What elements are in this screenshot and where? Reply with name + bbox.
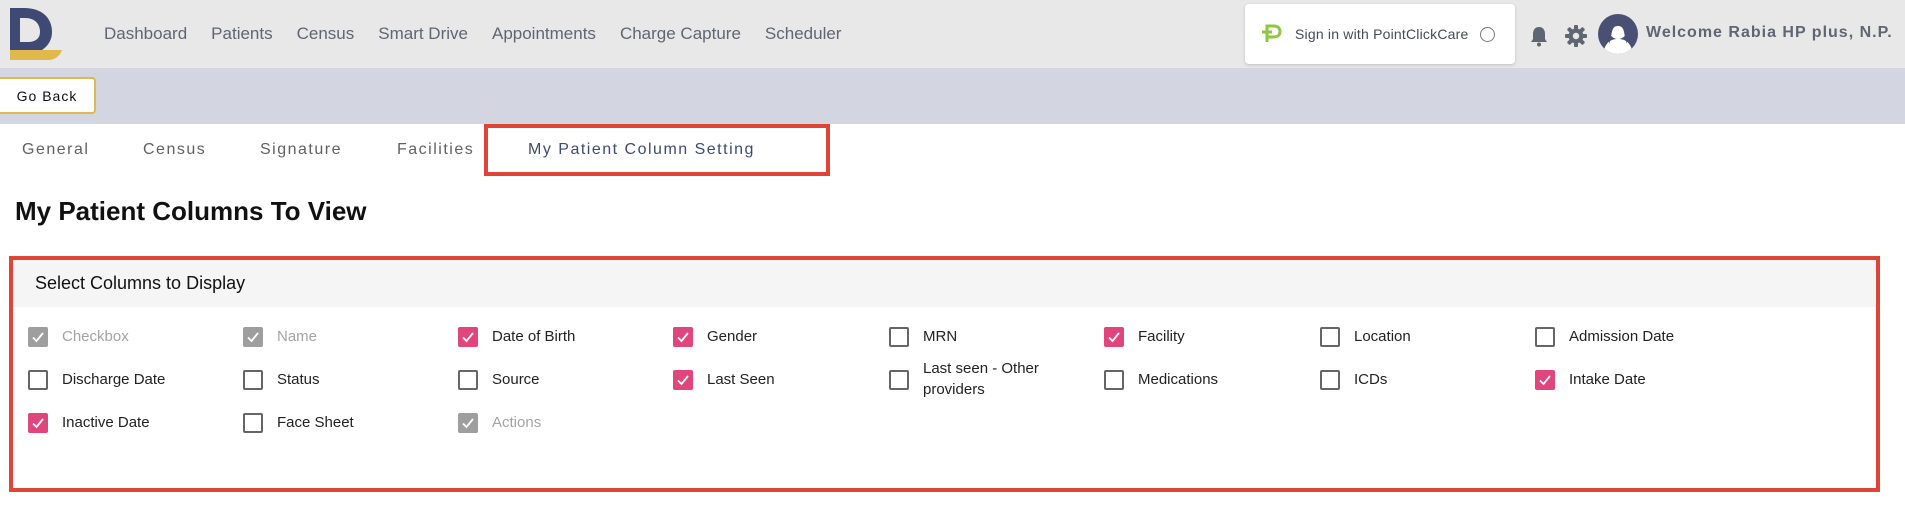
column-checkbox-status[interactable] [243, 370, 263, 390]
column-checkbox-facility[interactable] [1104, 327, 1124, 347]
column-option-label: Medications [1138, 371, 1219, 388]
main-nav: Dashboard Patients Census Smart Drive Ap… [104, 0, 865, 68]
column-option-label: Gender [707, 328, 758, 345]
column-option-label: Checkbox [62, 328, 129, 345]
column-option-last-seen[interactable]: Last Seen [673, 369, 775, 390]
tab-facilities[interactable]: Facilities [397, 124, 474, 176]
column-option-medications[interactable]: Medications [1104, 369, 1218, 390]
column-checkbox-location[interactable] [1320, 327, 1340, 347]
checkmark-icon [462, 418, 474, 429]
nav-patients[interactable]: Patients [211, 24, 272, 44]
column-checkbox-mrn[interactable] [889, 327, 909, 347]
column-checkbox-name [243, 327, 263, 347]
column-option-inactive-date[interactable]: Inactive Date [28, 412, 150, 433]
column-option-checkbox: Checkbox [28, 326, 129, 347]
column-option-admission-date[interactable]: Admission Date [1535, 326, 1674, 347]
column-checkbox-actions [458, 413, 478, 433]
pointclickcare-status-radio[interactable] [1480, 26, 1496, 42]
nav-scheduler[interactable]: Scheduler [765, 24, 842, 44]
tab-general[interactable]: General [22, 124, 89, 176]
checkmark-icon [677, 332, 689, 343]
tab-census[interactable]: Census [143, 124, 206, 176]
pointclickcare-signin-label: Sign in with PointClickCare [1295, 26, 1469, 42]
nav-census[interactable]: Census [297, 24, 355, 44]
column-option-label: Date of Birth [492, 328, 576, 345]
bell-icon[interactable] [1527, 24, 1551, 48]
column-option-intake-date[interactable]: Intake Date [1535, 369, 1646, 390]
column-checkbox-icds[interactable] [1320, 370, 1340, 390]
column-option-label: MRN [923, 328, 958, 345]
checkmark-icon [677, 375, 689, 386]
column-checkbox-discharge-date[interactable] [28, 370, 48, 390]
column-option-date-of-birth[interactable]: Date of Birth [458, 326, 575, 347]
column-option-face-sheet[interactable]: Face Sheet [243, 412, 354, 433]
checkmark-icon [1108, 332, 1120, 343]
column-option-label: Actions [492, 414, 542, 431]
pointclickcare-signin-button[interactable]: Sign in with PointClickCare [1245, 4, 1515, 64]
column-option-label: Status [277, 371, 320, 388]
column-checkbox-source[interactable] [458, 370, 478, 390]
avatar[interactable] [1598, 14, 1638, 54]
column-option-label: Location [1354, 328, 1411, 345]
column-option-actions: Actions [458, 412, 541, 433]
column-checkbox-last-seen-other-providers[interactable] [889, 370, 909, 390]
column-checkbox-medications[interactable] [1104, 370, 1124, 390]
nav-smart-drive[interactable]: Smart Drive [378, 24, 468, 44]
column-checkbox-last-seen[interactable] [673, 370, 693, 390]
nav-appointments[interactable]: Appointments [492, 24, 596, 44]
tab-my-patient-column-setting[interactable]: My Patient Column Setting [484, 124, 830, 176]
column-option-label: Last seen - Other providers [923, 360, 1039, 398]
column-option-label: Facility [1138, 328, 1185, 345]
columns-card-header: Select Columns to Display [13, 260, 1876, 307]
column-checkbox-date-of-birth[interactable] [458, 327, 478, 347]
column-option-icds[interactable]: ICDs [1320, 369, 1387, 390]
column-option-label: ICDs [1354, 371, 1388, 388]
column-option-label: Intake Date [1569, 371, 1646, 388]
column-option-label: Discharge Date [62, 371, 166, 388]
column-option-name: Name [243, 326, 317, 347]
top-navbar: Dashboard Patients Census Smart Drive Ap… [0, 0, 1905, 68]
tab-signature[interactable]: Signature [260, 124, 342, 176]
column-option-mrn[interactable]: MRN [889, 326, 957, 347]
checkmark-icon [247, 332, 259, 343]
checkmark-icon [32, 418, 44, 429]
column-option-status[interactable]: Status [243, 369, 320, 390]
column-option-location[interactable]: Location [1320, 326, 1411, 347]
settings-tabs: General Census Signature Facilities My P… [0, 124, 1905, 176]
column-option-last-seen-other-providers[interactable]: Last seen - Other providers [889, 358, 1063, 400]
column-checkbox-intake-date[interactable] [1535, 370, 1555, 390]
go-back-button[interactable]: Go Back [0, 77, 96, 114]
avatar-icon [1603, 20, 1633, 54]
pointclickcare-icon [1262, 24, 1282, 42]
column-option-gender[interactable]: Gender [673, 326, 757, 347]
column-checkbox-admission-date[interactable] [1535, 327, 1555, 347]
nav-charge-capture[interactable]: Charge Capture [620, 24, 741, 44]
column-option-facility[interactable]: Facility [1104, 326, 1185, 347]
column-option-label: Last Seen [707, 371, 775, 388]
column-option-label: Inactive Date [62, 414, 150, 431]
welcome-user-text[interactable]: Welcome Rabia HP plus, N.P. [1646, 24, 1893, 42]
column-checkbox-checkbox [28, 327, 48, 347]
nav-dashboard[interactable]: Dashboard [104, 24, 187, 44]
columns-card-title: Select Columns to Display [35, 273, 246, 293]
column-checkbox-face-sheet[interactable] [243, 413, 263, 433]
page-title: My Patient Columns To View [15, 196, 367, 226]
checkmark-icon [1539, 375, 1551, 386]
column-option-source[interactable]: Source [458, 369, 540, 390]
checkmark-icon [32, 332, 44, 343]
column-option-discharge-date[interactable]: Discharge Date [28, 369, 165, 390]
column-option-label: Source [492, 371, 540, 388]
column-option-label: Name [277, 328, 318, 345]
column-option-label: Face Sheet [277, 414, 354, 431]
sub-toolbar: Go Back [0, 68, 1905, 124]
column-option-label: Admission Date [1569, 328, 1675, 345]
gear-icon[interactable] [1564, 24, 1588, 48]
app-logo-icon[interactable] [8, 6, 64, 62]
column-checkbox-inactive-date[interactable] [28, 413, 48, 433]
column-checkbox-gender[interactable] [673, 327, 693, 347]
columns-card: Select Columns to Display Checkbox Name Da… [9, 256, 1880, 492]
checkmark-icon [462, 332, 474, 343]
